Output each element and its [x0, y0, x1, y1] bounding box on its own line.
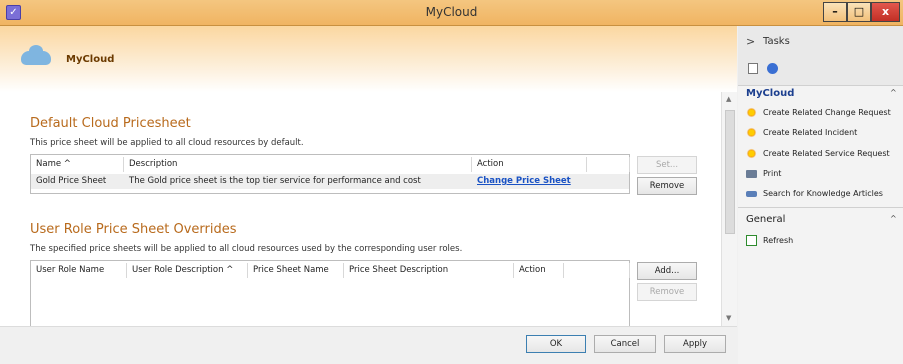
remove-override-button[interactable]: Remove [637, 283, 697, 301]
apply-button[interactable]: Apply [664, 335, 726, 353]
default-pricesheet-grid: Name ^ Description Action Gold Price She… [30, 154, 630, 194]
task-create-related-incident[interactable]: Create Related Incident [746, 126, 857, 140]
refresh-icon [746, 235, 757, 246]
column-header-price-sheet-name[interactable]: Price Sheet Name [248, 263, 344, 278]
form-header: MyCloud [0, 26, 737, 92]
row-name: Gold Price Sheet [36, 176, 107, 186]
form-header-title: MyCloud [66, 54, 115, 65]
ok-button[interactable]: OK [526, 335, 586, 353]
scroll-down-arrow-icon[interactable]: ▼ [726, 314, 731, 322]
remove-default-button[interactable]: Remove [637, 177, 697, 195]
overrides-title: User Role Price Sheet Overrides [30, 222, 237, 237]
dialog-footer: OK Cancel Apply [0, 326, 737, 364]
change-price-sheet-link[interactable]: Change Price Sheet [472, 174, 592, 189]
column-header-blank [587, 157, 630, 172]
add-override-button[interactable]: Add... [637, 262, 697, 280]
column-header-action[interactable]: Action [514, 263, 564, 278]
task-label: Search for Knowledge Articles [763, 189, 883, 198]
sun-icon [746, 148, 757, 159]
task-pane-title: Tasks [763, 36, 790, 47]
task-pane: > Tasks MyCloud ^ Create Related Change … [738, 26, 903, 364]
clipboard-icon[interactable] [748, 63, 758, 74]
default-pricesheet-description: This price sheet will be applied to all … [30, 138, 304, 148]
help-icon[interactable] [767, 63, 778, 74]
column-header-name[interactable]: Name ^ [31, 157, 124, 172]
cancel-button[interactable]: Cancel [594, 335, 656, 353]
task-pane-header: > Tasks [738, 26, 903, 86]
column-header-price-sheet-description[interactable]: Price Sheet Description [344, 263, 514, 278]
window-titlebar: ✓ MyCloud – □ x [0, 0, 903, 26]
collapse-caret-icon[interactable]: ^ [890, 88, 897, 97]
task-label: Create Related Change Request [763, 108, 891, 117]
maximize-button[interactable]: □ [847, 2, 871, 22]
task-label: Create Related Service Request [763, 149, 890, 158]
overrides-grid: User Role Name User Role Description ^ P… [30, 260, 630, 326]
task-label: Print [763, 169, 782, 178]
cloud-icon [21, 45, 51, 65]
column-header-user-role-name[interactable]: User Role Name [31, 263, 127, 278]
column-header-blank [564, 263, 630, 278]
task-group-divider [738, 207, 903, 208]
column-header-description[interactable]: Description [124, 157, 472, 172]
overrides-description: The specified price sheets will be appli… [30, 244, 463, 254]
scroll-thumb[interactable] [725, 110, 735, 234]
table-row[interactable]: Gold Price Sheet The Gold price sheet is… [31, 174, 629, 189]
printer-icon [746, 169, 757, 178]
default-pricesheet-title: Default Cloud Pricesheet [30, 116, 191, 131]
task-print[interactable]: Print [746, 167, 781, 181]
scroll-up-arrow-icon[interactable]: ▲ [726, 95, 731, 103]
sun-icon [746, 107, 757, 118]
chevron-right-icon[interactable]: > [746, 35, 755, 48]
task-label: Create Related Incident [763, 128, 858, 137]
window-title: MyCloud [425, 5, 478, 19]
grid-header-row: User Role Name User Role Description ^ P… [31, 263, 631, 278]
task-label: Refresh [763, 236, 794, 245]
task-group-title[interactable]: General [746, 214, 785, 225]
column-header-user-role-description[interactable]: User Role Description ^ [127, 263, 248, 278]
task-group-title[interactable]: MyCloud [746, 88, 794, 99]
grid-header-row: Name ^ Description Action [31, 157, 631, 172]
main-form: MyCloud Default Cloud Pricesheet This pr… [0, 26, 737, 364]
task-create-related-change-request[interactable]: Create Related Change Request [746, 106, 891, 120]
set-button[interactable]: Set... [637, 156, 697, 174]
row-description: The Gold price sheet is the top tier ser… [129, 176, 421, 186]
task-create-related-service-request[interactable]: Create Related Service Request [746, 147, 890, 161]
sun-icon [746, 127, 757, 138]
vertical-scrollbar[interactable]: ▲ ▼ [721, 92, 737, 326]
column-header-action[interactable]: Action [472, 157, 587, 172]
task-search-knowledge-articles[interactable]: Search for Knowledge Articles [746, 187, 883, 201]
collapse-caret-icon[interactable]: ^ [890, 214, 897, 223]
search-icon [746, 190, 757, 197]
minimize-button[interactable]: – [823, 2, 847, 22]
task-refresh[interactable]: Refresh [746, 234, 793, 248]
close-button[interactable]: x [871, 2, 900, 22]
